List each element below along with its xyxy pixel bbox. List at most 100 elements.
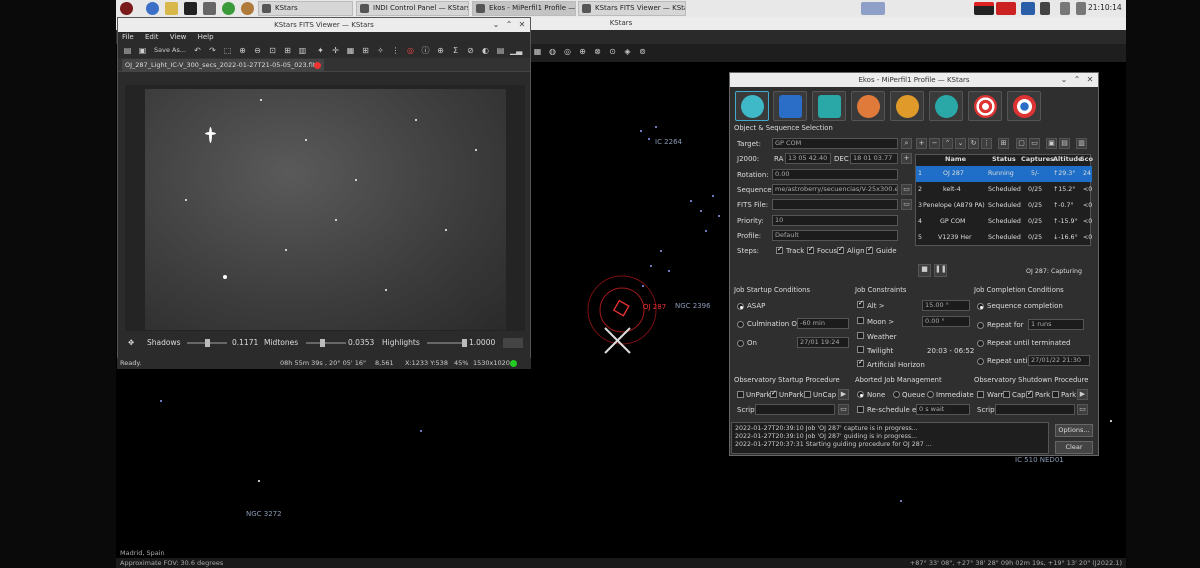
folder-icon[interactable]: ▭ [838,404,849,415]
alt-input[interactable]: 15.00 ° [922,300,970,311]
compass-icon[interactable]: ⊘ [465,45,476,56]
sky-tool-icon[interactable]: ◈ [622,46,633,57]
close-icon[interactable]: ✕ [516,19,528,31]
task-ekos[interactable]: Ekos - MiPerfil1 Profile — KS... [472,1,576,16]
kstars-icon[interactable] [241,2,254,15]
cap-checkbox[interactable] [1003,391,1010,398]
asap-radio[interactable] [737,303,744,310]
clear-button[interactable]: Clear [1055,441,1093,454]
slider-handle[interactable] [320,339,325,347]
profile-select[interactable]: Default [772,230,898,241]
reset-icon[interactable]: ↻ [968,138,979,149]
mount-module-button[interactable] [929,91,963,121]
vnc-icon[interactable] [1021,2,1035,15]
stop-button[interactable]: ■ [918,264,931,277]
table-row[interactable]: 3 Penelope (A879 PA) Scheduled 0/25 ↑-0.7° <0 [916,198,1092,214]
abort-immediate-radio[interactable] [927,391,934,398]
maximize-icon[interactable]: ⌃ [503,19,515,31]
warm-checkbox[interactable] [977,391,984,398]
stretch-button[interactable] [503,338,523,348]
mark-icon[interactable]: ⊕ [435,45,446,56]
table-row[interactable]: 5 V1239 Her Scheduled 0/25 ↓-16.6° <0 [916,230,1092,246]
moon-checkbox[interactable] [857,317,864,324]
repeat-until-radio[interactable] [977,358,984,365]
close-icon[interactable]: ✕ [1084,74,1096,86]
zoom-in-icon[interactable]: ⊕ [237,45,248,56]
target-icon[interactable]: ◎ [405,45,416,56]
startup-script-input[interactable] [755,404,835,415]
on-datetime-input[interactable]: 27/01 19:24 [797,337,849,348]
sky-tool-icon[interactable]: ▦ [532,46,543,57]
analyze-module-button[interactable] [812,91,846,121]
move-up-icon[interactable]: ⌃ [942,138,953,149]
volume-icon[interactable] [1076,2,1086,15]
pan-icon[interactable]: ✥ [128,336,134,350]
remove-job-icon[interactable]: − [929,138,940,149]
menu-file[interactable]: File [122,33,134,41]
task-indi-panel[interactable]: INDI Control Panel — KStars [356,1,469,16]
folder-icon[interactable]: ▭ [901,184,912,195]
weather-checkbox[interactable] [857,332,864,339]
fits-file-input[interactable] [772,199,898,210]
play-icon[interactable]: ▶ [838,389,849,400]
capture-module-button[interactable] [851,91,885,121]
sky-tool-icon[interactable]: ⊙ [607,46,618,57]
zoom-fit-window-icon[interactable]: ⊞ [282,45,293,56]
folder-icon[interactable]: ▭ [901,199,912,210]
sky-tool-icon[interactable]: ◎ [562,46,573,57]
track-checkbox[interactable] [776,245,783,254]
minimize-icon[interactable]: ⌄ [490,19,502,31]
undo-icon[interactable]: ↶ [192,45,203,56]
repeat-until-input[interactable]: 27/01/22 21:30 [1028,355,1090,366]
setup-module-button[interactable] [735,91,769,121]
sky-tool-icon[interactable]: ⊕ [577,46,588,57]
culmination-input[interactable]: -60 min [797,318,849,329]
priority-input[interactable]: 10 [772,215,898,226]
slider-handle[interactable] [462,339,467,347]
fits-image[interactable] [145,89,506,330]
save-as-button[interactable]: Save As... [154,46,186,54]
task-kstars[interactable]: KStars [258,1,353,16]
wifi-icon[interactable] [1040,2,1050,15]
folder-icon[interactable]: ▭ [1077,404,1088,415]
chart-icon[interactable]: ▁▃ [510,45,522,56]
menu-view[interactable]: View [170,33,187,41]
midtones-value[interactable]: 0.0353 [348,336,374,350]
guide-module-button[interactable] [1007,91,1041,121]
table-row[interactable]: 4 GP COM Scheduled 0/25 ↑-15.9° <0 [916,214,1092,230]
unpark-mount-checkbox[interactable] [770,389,777,398]
reschedule-wait-input[interactable]: 0 s wait [916,404,970,415]
objects-icon[interactable]: ✧ [375,45,386,56]
open-icon[interactable]: ▤ [122,45,133,56]
reschedule-checkbox[interactable] [857,406,864,413]
bluetooth-icon[interactable] [1060,2,1070,15]
scheduler-module-button[interactable] [773,91,807,121]
repeat-for-input[interactable]: 1 runs [1028,319,1084,330]
uncap-checkbox[interactable] [804,391,811,398]
guide-checkbox[interactable] [866,245,873,254]
raspberry-menu-icon[interactable] [120,2,133,15]
save-icon[interactable]: ▣ [1046,138,1057,149]
search-icon[interactable]: ⌕ [901,138,912,149]
info-icon[interactable]: ⓘ [420,45,431,56]
culmination-radio[interactable] [737,321,744,328]
table-row[interactable]: 1 OJ 287 Running 5/- ↑29.3° 24 [916,166,1092,182]
moon-input[interactable]: 0.00 ° [922,316,970,327]
on-radio[interactable] [737,340,744,347]
park-mount-checkbox[interactable] [1026,389,1033,398]
park-dome-checkbox[interactable] [1052,391,1059,398]
mosaic-icon[interactable]: ⊞ [998,138,1009,149]
add-icon[interactable]: + [901,153,912,164]
focus-checkbox[interactable] [807,245,814,254]
highlights-slider[interactable] [427,339,467,347]
shutdown-script-input[interactable] [995,404,1075,415]
zoom-default-icon[interactable]: ⊡ [267,45,278,56]
zoom-fit-icon[interactable]: ⬚ [222,45,233,56]
menu-help[interactable]: Help [198,33,214,41]
target-input[interactable]: GP COM [772,138,898,149]
layers-icon[interactable]: ▤ [495,45,506,56]
slider-handle[interactable] [205,339,210,347]
minimize-icon[interactable]: ⌄ [1058,74,1070,86]
midtones-slider[interactable] [306,339,346,347]
add-job-icon[interactable]: + [916,138,927,149]
